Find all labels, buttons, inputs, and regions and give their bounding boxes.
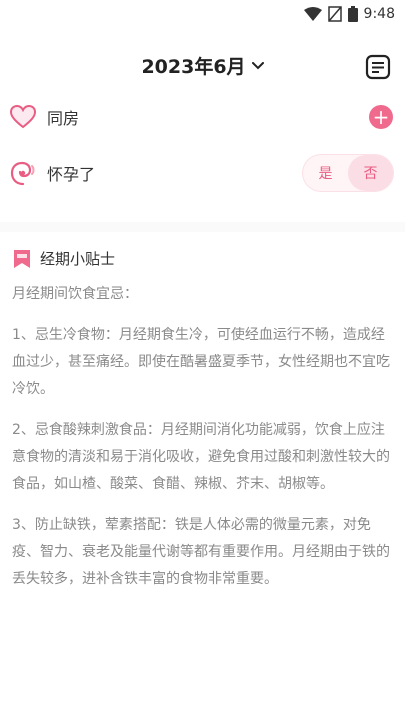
add-intercourse-button[interactable]: +: [369, 105, 393, 129]
heart-icon: [10, 104, 36, 129]
chevron-down-icon: [251, 61, 264, 69]
status-time: 9:48: [363, 6, 395, 22]
header: 2023年6月: [0, 40, 405, 96]
month-selector[interactable]: 2023年6月: [0, 52, 405, 79]
plus-icon: +: [372, 105, 390, 129]
status-bar: 9:48: [0, 0, 405, 32]
wifi-icon: [303, 7, 322, 21]
section-divider: [0, 222, 405, 232]
pregnant-row: 怀孕了 是 否: [0, 148, 405, 198]
toggle-no-option[interactable]: 否: [348, 155, 393, 191]
tips-title: 经期小贴士: [40, 250, 116, 268]
tips-paragraph-2: 2、忌食酸辣刺激食品：月经期间消化功能减弱，饮食上应注意食物的清淡和易于消化吸收…: [12, 422, 390, 492]
battery-icon: [347, 6, 358, 22]
tips-header: 经期小贴士: [12, 248, 393, 269]
tips-paragraph-3: 3、防止缺铁，荤素搭配：铁是人体必需的微量元素，对免疫、智力、衰老及能量代谢等都…: [12, 517, 390, 587]
pregnant-label: 怀孕了: [47, 165, 96, 184]
intercourse-label: 同房: [47, 109, 80, 128]
embryo-icon: [10, 161, 35, 186]
period-tips-section: 经期小贴士 月经期间饮食宜忌： 1、忌生冷食物：月经期食生冷，可使经血运行不畅，…: [0, 248, 405, 607]
month-label: 2023年6月: [141, 56, 246, 78]
signal-off-icon: [327, 6, 342, 22]
tips-paragraph-intro: 月经期间饮食宜忌：: [12, 286, 138, 302]
bookmark-icon: [14, 249, 30, 268]
intercourse-row: 同房 +: [0, 92, 405, 142]
status-icons: 9:48: [303, 6, 395, 22]
notes-icon[interactable]: [365, 54, 391, 80]
pregnant-toggle: 是 否: [303, 155, 393, 191]
toggle-yes-option[interactable]: 是: [303, 155, 348, 191]
tips-body: 月经期间饮食宜忌： 1、忌生冷食物：月经期食生冷，可使经血运行不畅，造成经血过少…: [12, 281, 393, 593]
tips-paragraph-1: 1、忌生冷食物：月经期食生冷，可使经血运行不畅，造成经血过少，甚至痛经。即使在酷…: [12, 327, 390, 397]
